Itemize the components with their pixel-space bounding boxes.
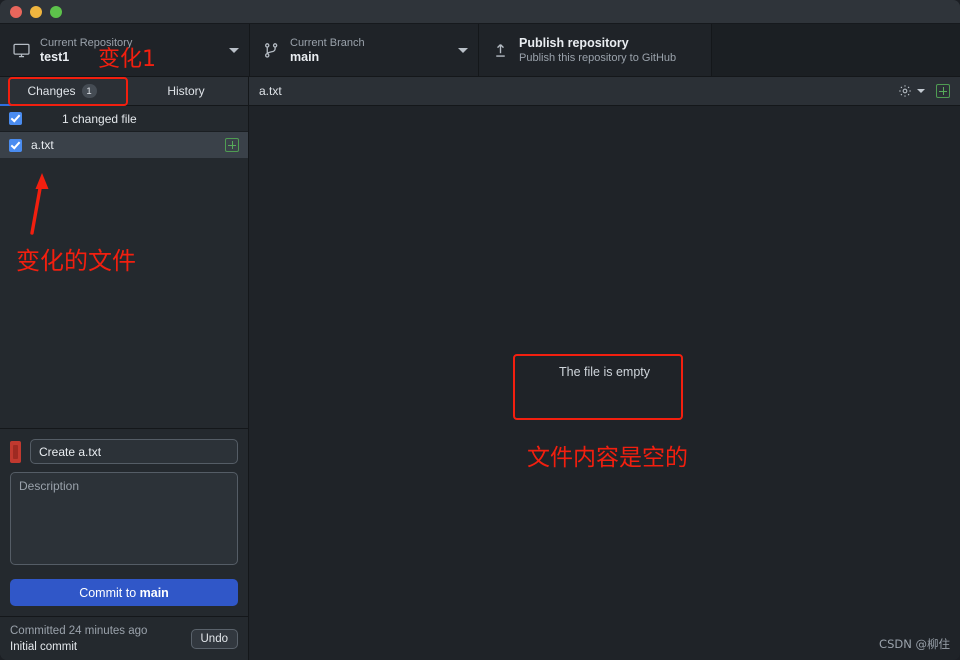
github-desktop-window: Current Repository test1 Current Branch … [0, 0, 960, 660]
commit-button-branch: main [139, 585, 169, 600]
commit-status-text: Committed 24 minutes ago Initial commit [10, 623, 191, 655]
publish-title: Publish repository [519, 35, 629, 50]
sidebar: Changes 1 History 1 changed file a.txt C… [0, 77, 249, 660]
gear-icon[interactable] [898, 84, 912, 98]
list-item[interactable]: a.txt [0, 132, 248, 158]
publish-subtitle: Publish this repository to GitHub [519, 51, 677, 64]
diff-options [898, 84, 950, 98]
minimize-window-button[interactable] [30, 5, 42, 18]
added-plus-icon[interactable] [936, 84, 950, 98]
branch-name: main [290, 49, 320, 64]
changed-file-list[interactable]: a.txt [0, 132, 248, 428]
commit-button-prefix: Commit to [79, 585, 140, 600]
commit-time: Committed 24 minutes ago [10, 624, 148, 637]
file-name: a.txt [31, 138, 54, 152]
select-all-checkbox[interactable] [9, 112, 22, 125]
commit-summary-row [10, 439, 238, 464]
chevron-down-icon[interactable] [917, 89, 925, 93]
added-plus-icon [225, 138, 239, 152]
chevron-down-icon[interactable] [458, 47, 468, 53]
watermark: CSDN @柳住 [879, 637, 950, 651]
commit-to-branch-button[interactable]: Commit to main [10, 579, 238, 606]
tab-history-label: History [167, 84, 205, 98]
commit-summary-input[interactable] [30, 439, 238, 464]
app-body: Changes 1 History 1 changed file a.txt C… [0, 77, 960, 660]
branch-label: Current Branch [290, 36, 365, 49]
undo-button[interactable]: Undo [190, 628, 238, 649]
repository-name: test1 [40, 49, 70, 64]
tab-history[interactable]: History [124, 77, 248, 105]
chevron-down-icon[interactable] [229, 47, 239, 53]
file-include-checkbox[interactable] [9, 138, 22, 152]
changed-files-count: 1 changed file [62, 111, 137, 126]
upload-arrow-icon [489, 42, 511, 59]
commit-panel: Commit to main [0, 428, 248, 616]
title-bar [0, 0, 960, 24]
tab-changes-label: Changes [27, 84, 76, 98]
changed-files-header: 1 changed file [0, 106, 248, 132]
app-toolbar: Current Repository test1 Current Branch … [0, 24, 960, 77]
commit-description-input[interactable] [10, 472, 238, 565]
close-window-button[interactable] [10, 5, 22, 18]
diff-content: The file is empty [249, 106, 960, 660]
current-branch-button[interactable]: Current Branch main [250, 24, 479, 76]
zoom-window-button[interactable] [50, 5, 62, 18]
current-repository-button[interactable]: Current Repository test1 [0, 24, 250, 76]
diff-file-name: a.txt [259, 84, 282, 98]
tab-changes[interactable]: Changes 1 [0, 77, 124, 106]
diff-panel: a.txt The file is empty [249, 77, 960, 660]
commit-status-bar: Committed 24 minutes ago Initial commit … [0, 616, 248, 660]
sidebar-tabs: Changes 1 History [0, 77, 248, 106]
tab-changes-badge: 1 [81, 84, 97, 98]
repository-label: Current Repository [40, 36, 133, 49]
diff-header: a.txt [249, 77, 960, 106]
avatar [10, 440, 21, 463]
empty-file-message: The file is empty [558, 364, 651, 379]
commit-message: Initial commit [10, 640, 78, 653]
git-branch-icon [260, 42, 282, 59]
toolbar-filler [712, 24, 960, 76]
repository-monitor-icon [10, 42, 32, 59]
publish-repository-button[interactable]: Publish repository Publish this reposito… [479, 24, 712, 76]
